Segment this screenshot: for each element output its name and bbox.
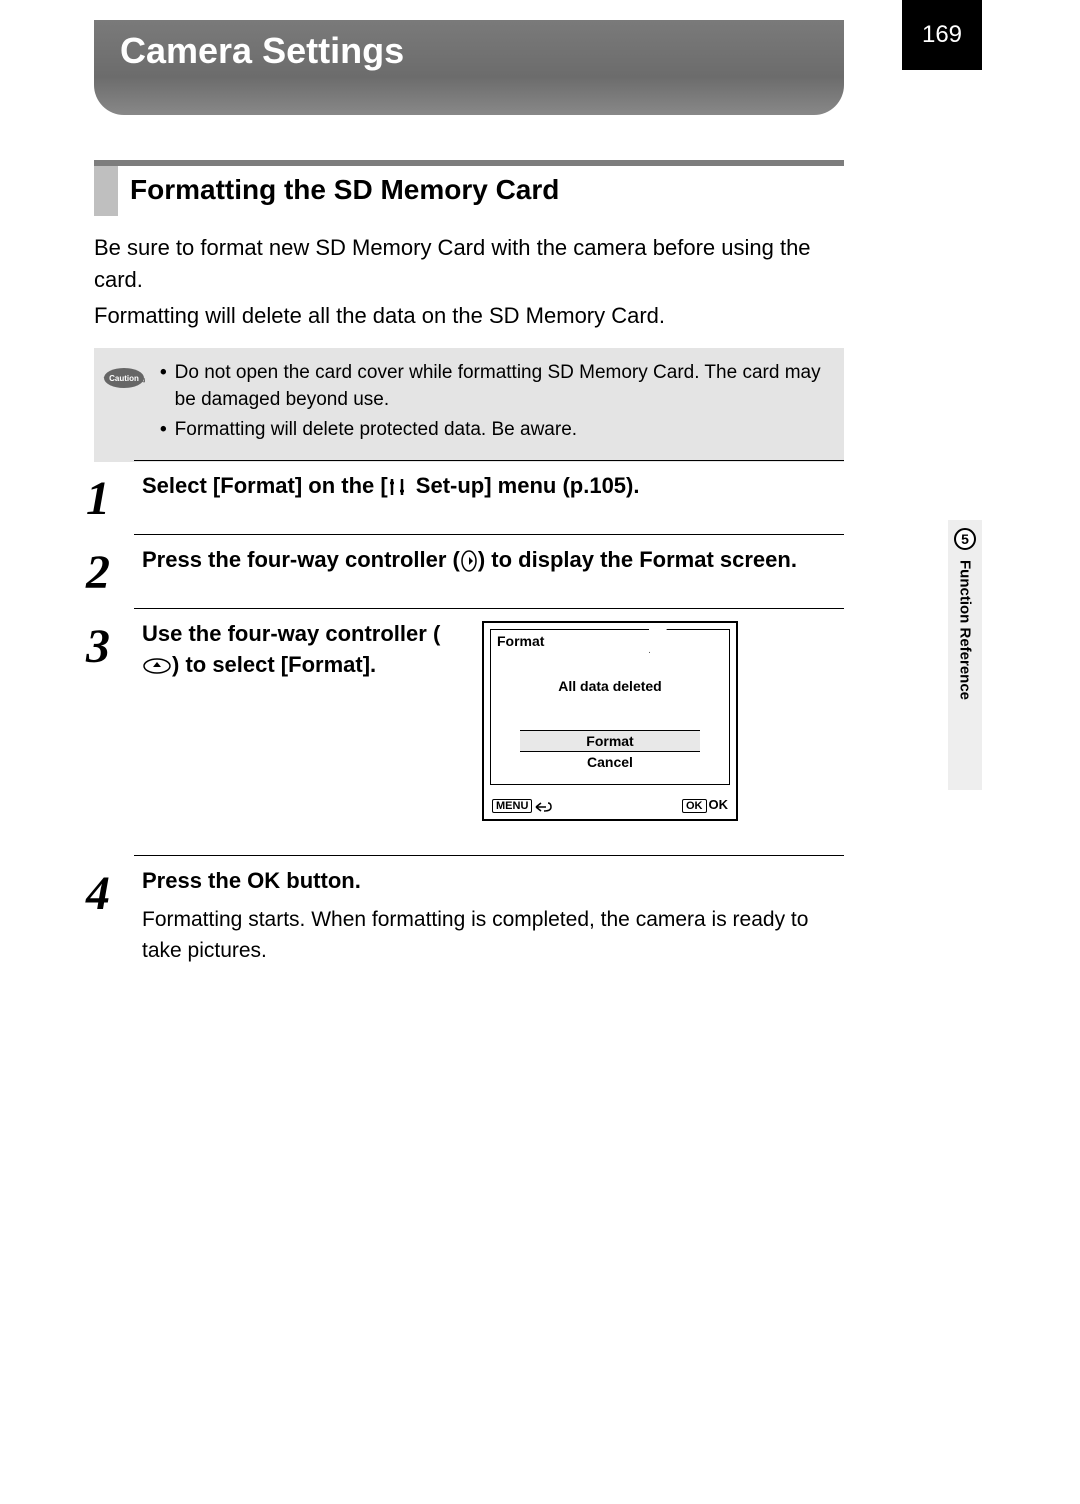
chapter-label: Function Reference xyxy=(957,560,974,700)
lcd-option-cancel: Cancel xyxy=(491,754,729,770)
step-2-heading: Press the four-way controller () to disp… xyxy=(142,545,844,576)
section-header: Formatting the SD Memory Card xyxy=(94,160,844,216)
side-chapter-tab: 5 Function Reference xyxy=(948,520,982,790)
lcd-footer: MENU OKOK xyxy=(492,797,728,813)
step-4: 4 Press the OK button. Formatting starts… xyxy=(134,855,844,980)
page-number: 169 xyxy=(902,0,982,70)
lcd-option-format: Format xyxy=(520,730,700,752)
section-title: Formatting the SD Memory Card xyxy=(118,166,559,216)
intro-text: Be sure to format new SD Memory Card wit… xyxy=(94,232,844,332)
lcd-tab: Format xyxy=(490,629,650,653)
controller-right-icon xyxy=(460,549,478,573)
step-1-heading: Select [Format] on the [ Set-up] menu (p… xyxy=(142,471,844,502)
controller-up-icon xyxy=(142,657,172,675)
lcd-format-screen: Format All data deleted Format Cancel ME… xyxy=(482,621,738,821)
step-2: 2 Press the four-way controller () to di… xyxy=(134,534,844,608)
steps-list: 1 Select [Format] on the [ Set-up] menu … xyxy=(94,460,844,980)
step-1: 1 Select [Format] on the [ Set-up] menu … xyxy=(134,460,844,534)
lcd-message: All data deleted xyxy=(491,678,729,694)
step-3: 3 Use the four-way controller () to sele… xyxy=(134,608,844,835)
step-3-heading: Use the four-way controller () to select… xyxy=(142,619,462,681)
svg-text:Caution: Caution xyxy=(109,374,139,383)
caution-list: •Do not open the card cover while format… xyxy=(160,360,832,448)
caution-block: Caution •Do not open the card cover whil… xyxy=(94,348,844,462)
caution-icon: Caution xyxy=(102,364,146,392)
chapter-number: 5 xyxy=(954,528,976,550)
step-4-body: Formatting starts. When formatting is co… xyxy=(142,905,844,966)
setup-menu-icon xyxy=(388,477,410,497)
back-arrow-icon xyxy=(534,800,552,812)
lcd-options: Format Cancel xyxy=(491,730,729,770)
section-accent-bar xyxy=(94,166,118,216)
step-4-heading: Press the OK button. xyxy=(142,866,844,897)
page-title: Camera Settings xyxy=(94,20,844,115)
